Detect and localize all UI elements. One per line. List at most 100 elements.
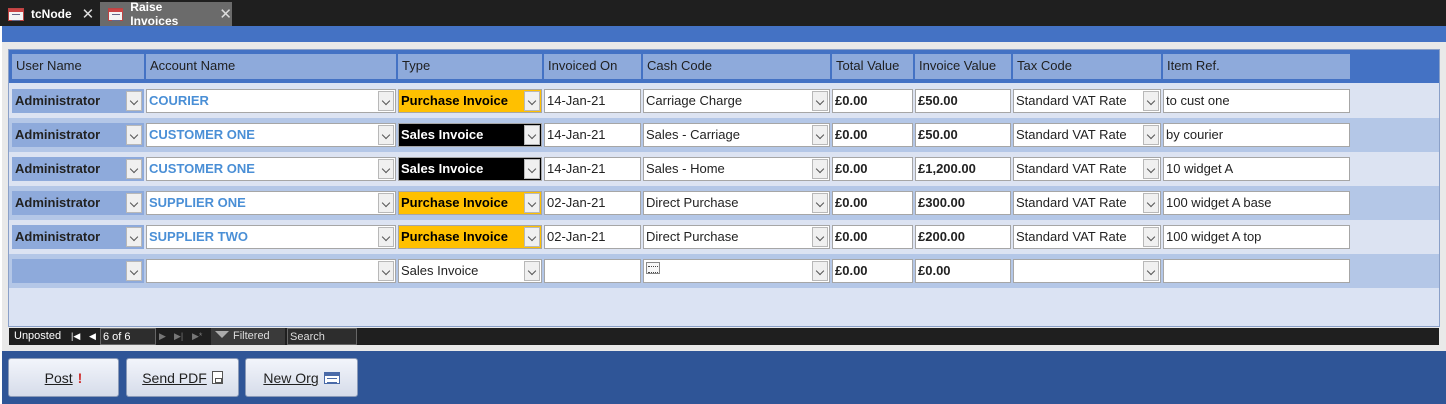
cash-code-combo[interactable]: Carriage Charge	[643, 89, 830, 113]
account-name-combo[interactable]: SUPPLIER ONE	[146, 191, 396, 215]
invoice-type-combo[interactable]: Sales Invoice	[398, 157, 542, 181]
column-header-account-name[interactable]: Account Name	[146, 54, 396, 79]
tab-raise-invoices[interactable]: Raise Invoices ✕	[100, 0, 232, 28]
chevron-down-icon[interactable]	[524, 193, 540, 213]
item-ref-field[interactable]: 10 widget A	[1163, 157, 1350, 181]
invoice-value-field[interactable]: £1,200.00	[915, 157, 1011, 181]
user-name-combo[interactable]: Administrator	[12, 225, 144, 249]
invoice-type-combo[interactable]: Sales Invoice	[398, 259, 542, 283]
invoiced-on-field[interactable]: 14-Jan-21	[544, 89, 641, 113]
next-record-icon[interactable]: ▶	[159, 328, 166, 345]
chevron-down-icon[interactable]	[812, 193, 828, 213]
tax-code-combo[interactable]: Standard VAT Rate	[1013, 89, 1161, 113]
account-name-combo[interactable]: CUSTOMER ONE	[146, 123, 396, 147]
total-value-field[interactable]: £0.00	[832, 89, 913, 113]
invoice-type-combo[interactable]: Sales Invoice	[398, 123, 542, 147]
chevron-down-icon[interactable]	[126, 193, 142, 213]
total-value-field[interactable]: £0.00	[832, 259, 913, 283]
user-name-combo[interactable]: Administrator	[12, 123, 144, 147]
chevron-down-icon[interactable]	[524, 227, 540, 247]
chevron-down-icon[interactable]	[524, 125, 540, 145]
tax-code-combo[interactable]: Standard VAT Rate	[1013, 157, 1161, 181]
column-header-cash-code[interactable]: Cash Code	[643, 54, 830, 79]
chevron-down-icon[interactable]	[126, 261, 142, 281]
user-name-combo[interactable]	[12, 259, 144, 283]
close-icon[interactable]: ✕	[219, 5, 232, 23]
send-pdf-button[interactable]: Send PDF	[126, 358, 239, 397]
tax-code-combo[interactable]	[1013, 259, 1161, 283]
chevron-down-icon[interactable]	[524, 159, 540, 179]
user-name-combo[interactable]: Administrator	[12, 191, 144, 215]
last-record-icon[interactable]: ▶|	[174, 328, 183, 345]
chevron-down-icon[interactable]	[1143, 125, 1159, 145]
tab-tcnode[interactable]: tcNode ✕	[0, 2, 100, 26]
invoice-type-combo[interactable]: Purchase Invoice	[398, 191, 542, 215]
chevron-down-icon[interactable]	[378, 193, 394, 213]
chevron-down-icon[interactable]	[1143, 159, 1159, 179]
invoiced-on-field[interactable]: 14-Jan-21	[544, 123, 641, 147]
item-ref-field[interactable]	[1163, 259, 1350, 283]
user-name-combo[interactable]: Administrator	[12, 157, 144, 181]
chevron-down-icon[interactable]	[378, 125, 394, 145]
chevron-down-icon[interactable]	[1143, 193, 1159, 213]
invoiced-on-field[interactable]: 14-Jan-21	[544, 157, 641, 181]
invoice-value-field[interactable]: £0.00	[915, 259, 1011, 283]
tax-code-combo[interactable]: Standard VAT Rate	[1013, 225, 1161, 249]
chevron-down-icon[interactable]	[524, 91, 540, 111]
cash-code-combo[interactable]: Sales - Home	[643, 157, 830, 181]
cash-code-combo[interactable]	[643, 259, 830, 283]
chevron-down-icon[interactable]	[378, 261, 394, 281]
chevron-down-icon[interactable]	[378, 91, 394, 111]
tax-code-combo[interactable]: Standard VAT Rate	[1013, 191, 1161, 215]
chevron-down-icon[interactable]	[126, 125, 142, 145]
chevron-down-icon[interactable]	[812, 125, 828, 145]
new-record-icon[interactable]: ▶*	[192, 328, 202, 345]
invoice-type-combo[interactable]: Purchase Invoice	[398, 225, 542, 249]
invoice-value-field[interactable]: £50.00	[915, 123, 1011, 147]
column-header-total-value[interactable]: Total Value	[832, 54, 913, 79]
chevron-down-icon[interactable]	[1143, 261, 1159, 281]
invoice-type-combo[interactable]: Purchase Invoice	[398, 89, 542, 113]
account-name-combo[interactable]: SUPPLIER TWO	[146, 225, 396, 249]
account-name-combo[interactable]: CUSTOMER ONE	[146, 157, 396, 181]
invoiced-on-field[interactable]: 02-Jan-21	[544, 191, 641, 215]
invoice-value-field[interactable]: £200.00	[915, 225, 1011, 249]
cash-code-combo[interactable]: Sales - Carriage	[643, 123, 830, 147]
chevron-down-icon[interactable]	[812, 261, 828, 281]
chevron-down-icon[interactable]	[126, 159, 142, 179]
account-name-combo[interactable]: COURIER	[146, 89, 396, 113]
total-value-field[interactable]: £0.00	[832, 123, 913, 147]
previous-record-icon[interactable]: ◀	[89, 328, 96, 345]
tax-code-combo[interactable]: Standard VAT Rate	[1013, 123, 1161, 147]
search-input[interactable]: Search	[287, 328, 357, 345]
chevron-down-icon[interactable]	[1143, 91, 1159, 111]
column-header-item-ref[interactable]: Item Ref.	[1163, 54, 1350, 79]
cash-code-combo[interactable]: Direct Purchase	[643, 191, 830, 215]
item-ref-field[interactable]: to cust one	[1163, 89, 1350, 113]
filter-toggle[interactable]: Filtered	[211, 328, 285, 345]
chevron-down-icon[interactable]	[812, 159, 828, 179]
chevron-down-icon[interactable]	[812, 227, 828, 247]
chevron-down-icon[interactable]	[378, 227, 394, 247]
chevron-down-icon[interactable]	[812, 91, 828, 111]
new-org-button[interactable]: New Org	[245, 358, 358, 397]
item-ref-field[interactable]: 100 widget A base	[1163, 191, 1350, 215]
invoiced-on-field[interactable]: 02-Jan-21	[544, 225, 641, 249]
first-record-icon[interactable]: |◀	[71, 328, 80, 345]
invoice-value-field[interactable]: £300.00	[915, 191, 1011, 215]
cash-code-combo[interactable]: Direct Purchase	[643, 225, 830, 249]
chevron-down-icon[interactable]	[378, 159, 394, 179]
item-ref-field[interactable]: by courier	[1163, 123, 1350, 147]
account-name-combo[interactable]	[146, 259, 396, 283]
column-header-type[interactable]: Type	[398, 54, 542, 79]
close-icon[interactable]: ✕	[82, 5, 95, 23]
chevron-down-icon[interactable]	[1143, 227, 1159, 247]
item-ref-field[interactable]: 100 widget A top	[1163, 225, 1350, 249]
post-button[interactable]: Post!	[8, 358, 119, 397]
calendar-icon[interactable]	[646, 262, 660, 274]
column-header-user-name[interactable]: User Name	[12, 54, 144, 79]
chevron-down-icon[interactable]	[524, 261, 540, 281]
invoiced-on-field[interactable]	[544, 259, 641, 283]
user-name-combo[interactable]: Administrator	[12, 89, 144, 113]
total-value-field[interactable]: £0.00	[832, 225, 913, 249]
